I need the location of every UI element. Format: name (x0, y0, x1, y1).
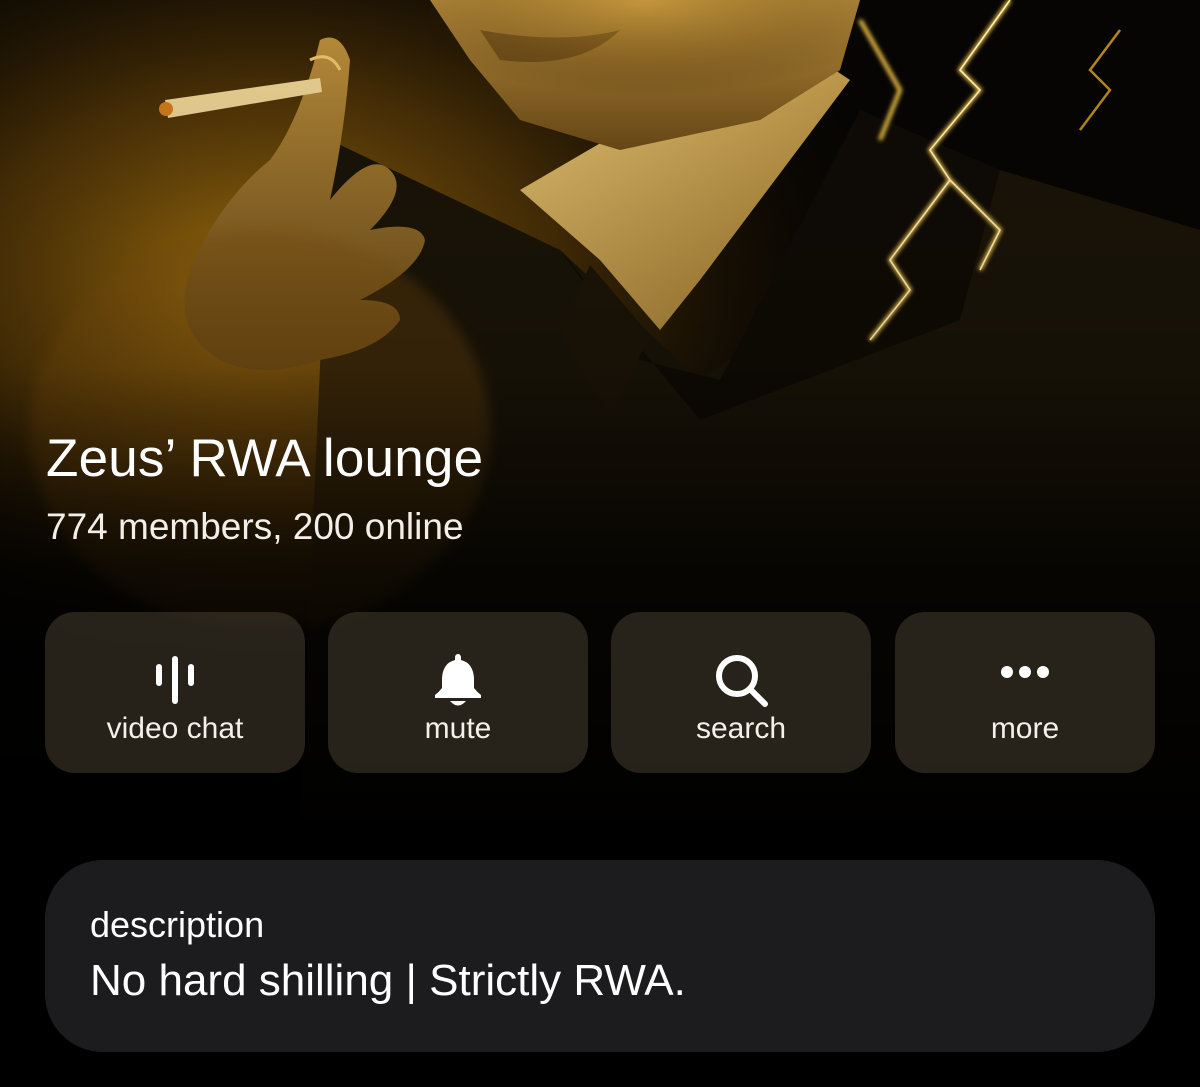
search-button[interactable]: search (611, 612, 871, 773)
member-count: 774 members, 200 online (46, 506, 464, 547)
video-chat-label: video chat (106, 712, 244, 745)
more-dots-icon (1001, 666, 1049, 678)
description-card[interactable]: description No hard shilling | Strictly … (45, 860, 1155, 1052)
profile-header: Zeus’ RWA lounge 774 members, 200 online… (0, 0, 1200, 818)
bell-icon (435, 654, 481, 706)
search-icon (716, 655, 768, 707)
description-text: No hard shilling | Strictly RWA. (90, 956, 686, 1005)
mute-label: mute (424, 712, 492, 745)
video-chat-button[interactable]: video chat (45, 612, 305, 773)
search-label: search (695, 712, 787, 745)
more-button[interactable]: more (895, 612, 1155, 773)
voice-chat-icon (156, 656, 194, 704)
action-bar: video chat mute search more (45, 612, 1155, 773)
more-label: more (990, 712, 1060, 745)
description-label: description (90, 904, 265, 945)
mute-button[interactable]: mute (328, 612, 588, 773)
group-title: Zeus’ RWA lounge (46, 429, 484, 488)
